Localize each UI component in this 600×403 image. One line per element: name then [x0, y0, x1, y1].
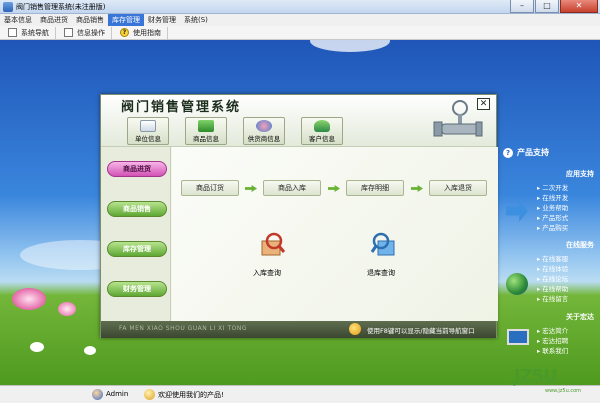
- nav-inventory[interactable]: 库存管理: [107, 241, 167, 257]
- flow-inventory-detail-button[interactable]: 库存明细: [346, 180, 404, 196]
- dialog-title: 阀门销售管理系统: [121, 100, 242, 115]
- toolbar-info-operation[interactable]: 信息操作: [56, 26, 112, 39]
- product-support-panel: ? 产品支持 应用支持 二次开发 在线开发 业务帮助 产品形式 产品购买 在线服…: [503, 145, 600, 385]
- app-icon: [3, 2, 13, 12]
- nav-sales[interactable]: 商品销售: [107, 201, 167, 217]
- help-icon: ?: [120, 28, 129, 37]
- watermark-logo: JZ5U: [514, 366, 558, 387]
- supplier-info-icon: [256, 120, 272, 132]
- footer-pinyin: FA MEN XIAO SHOU GUAN LI XI TONG: [119, 325, 247, 332]
- status-user: Admin: [106, 390, 129, 398]
- window-title: 阀门销售管理系统(未注册版): [16, 3, 106, 11]
- flower-decoration: [58, 302, 76, 316]
- support-header: ? 产品支持: [503, 147, 549, 158]
- product-info-icon: [198, 120, 214, 132]
- product-info-button[interactable]: 商品信息: [185, 117, 227, 145]
- toolbar-system-nav[interactable]: 系统导航: [0, 26, 56, 39]
- close-button[interactable]: ✕: [560, 0, 598, 13]
- arrow-right-icon: [328, 185, 340, 192]
- toolbar: 系统导航 信息操作 ? 使用指南: [0, 26, 600, 40]
- status-bar: Admin 欢迎使用我们的产品!: [0, 385, 600, 403]
- menu-purchase[interactable]: 商品进货: [36, 14, 72, 26]
- menu-inventory[interactable]: 库存管理: [108, 14, 144, 26]
- customer-info-icon: [314, 120, 330, 132]
- nav-window-icon: [8, 28, 17, 37]
- navigation-dialog: 阀门销售管理系统 ✕ 单位信息 商品信息 供货商信息 客户信息 商品进货 商品销…: [100, 94, 498, 338]
- toolbar-user-guide[interactable]: ? 使用指南: [112, 26, 168, 39]
- support-link[interactable]: 产品购买: [537, 222, 568, 232]
- menu-system[interactable]: 系统(S): [180, 14, 212, 26]
- flower-decoration: [30, 342, 44, 352]
- help-icon: ?: [503, 147, 513, 158]
- support-link[interactable]: 在线体验: [537, 263, 568, 273]
- return-query-label[interactable]: 退库查询: [367, 268, 395, 278]
- flower-decoration: [84, 346, 96, 355]
- support-link[interactable]: 二次开发: [537, 182, 568, 192]
- flow-order-button[interactable]: 商品订货: [181, 180, 239, 196]
- menu-finance[interactable]: 财务管理: [144, 14, 180, 26]
- support-section-heading: 应用支持: [566, 170, 594, 178]
- document-icon: [64, 28, 73, 37]
- arrow-right-icon: [411, 185, 423, 192]
- return-query-icon[interactable]: [370, 231, 398, 259]
- support-link[interactable]: 在线留言: [537, 293, 568, 303]
- cloud-decoration: [310, 40, 390, 52]
- flower-decoration: [12, 288, 46, 310]
- title-bar: 阀门销售管理系统(未注册版) – □ ✕: [0, 0, 600, 14]
- support-link[interactable]: 在线论坛: [537, 273, 568, 283]
- dialog-main-area: 商品订货 商品入库 库存明细 入库退货 入库查询 退库查询: [172, 147, 498, 321]
- dialog-footer: FA MEN XIAO SHOU GUAN LI XI TONG 使用F8键可以…: [101, 321, 496, 338]
- unit-info-button[interactable]: 单位信息: [127, 117, 169, 145]
- support-link[interactable]: 在线帮助: [537, 283, 568, 293]
- support-link[interactable]: 业务帮助: [537, 202, 568, 212]
- customer-info-button[interactable]: 客户信息: [301, 117, 343, 145]
- arrow-right-icon: [245, 185, 257, 192]
- support-section-heading: 在线服务: [566, 241, 594, 249]
- flow-stock-return-button[interactable]: 入库退货: [429, 180, 487, 196]
- stock-in-query-icon[interactable]: [258, 231, 286, 259]
- support-link[interactable]: 宏达招聘: [537, 335, 568, 345]
- minimize-button[interactable]: –: [510, 0, 534, 13]
- dialog-header: 阀门销售管理系统 ✕ 单位信息 商品信息 供货商信息 客户信息: [101, 95, 496, 147]
- support-section-heading: 关于宏达: [566, 313, 594, 321]
- globe-icon: [506, 273, 528, 295]
- menu-basic-info[interactable]: 基本信息: [0, 14, 36, 26]
- flow-stock-in-button[interactable]: 商品入库: [263, 180, 321, 196]
- user-icon: [92, 389, 103, 400]
- supplier-info-button[interactable]: 供货商信息: [243, 117, 285, 145]
- support-link[interactable]: 宏达简介: [537, 325, 568, 335]
- maximize-button[interactable]: □: [535, 0, 559, 13]
- nav-finance[interactable]: 财务管理: [107, 281, 167, 297]
- footer-hint: 使用F8键可以显示/隐藏当前导航窗口: [367, 327, 475, 335]
- support-link[interactable]: 在线开发: [537, 192, 568, 202]
- dialog-sidebar: 商品进货 商品销售 库存管理 财务管理: [101, 147, 171, 321]
- valve-icon: [433, 100, 483, 137]
- arrow-graphic-icon: [506, 200, 528, 222]
- menu-sales[interactable]: 商品销售: [72, 14, 108, 26]
- window-controls: – □ ✕: [509, 0, 598, 13]
- nav-purchase[interactable]: 商品进货: [107, 161, 167, 177]
- unit-info-icon: [140, 120, 156, 132]
- user-hint-icon: [349, 323, 361, 335]
- watermark-url: www.jz5u.com: [545, 388, 582, 394]
- welcome-icon: [144, 389, 155, 400]
- status-welcome: 欢迎使用我们的产品!: [158, 391, 224, 399]
- support-link[interactable]: 产品形式: [537, 212, 568, 222]
- menu-bar: 基本信息 商品进货 商品销售 库存管理 财务管理 系统(S): [0, 14, 600, 26]
- support-link[interactable]: 在线客服: [537, 253, 568, 263]
- support-link[interactable]: 联系我们: [537, 345, 568, 355]
- stock-in-query-label[interactable]: 入库查询: [253, 268, 281, 278]
- monitor-icon: [507, 329, 529, 345]
